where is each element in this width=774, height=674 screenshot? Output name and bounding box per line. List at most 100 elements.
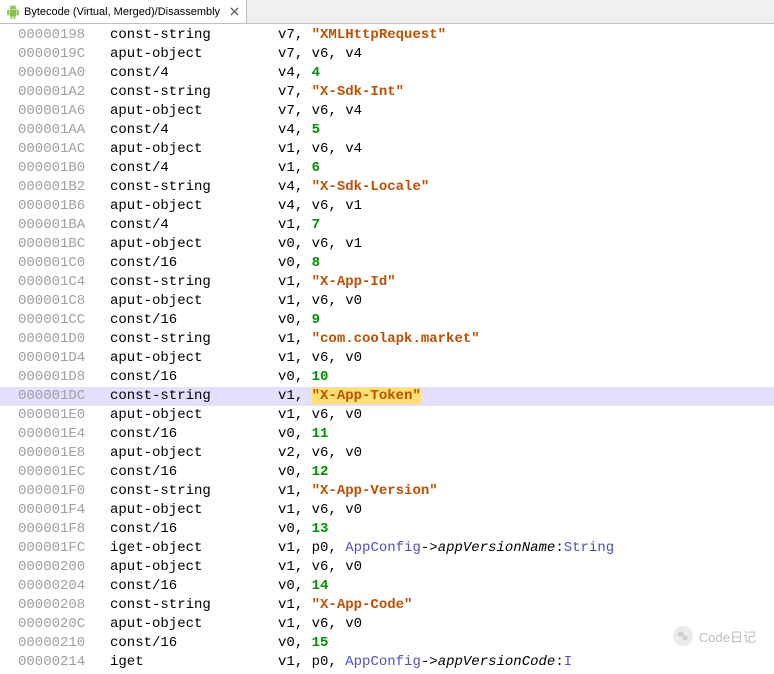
operands: v0, 12 (278, 463, 328, 482)
address: 0000020C (18, 615, 110, 634)
address: 000001E4 (18, 425, 110, 444)
code-line[interactable]: 000001E8aput-objectv2, v6, v0 (0, 444, 774, 463)
instruction: iget-object (110, 539, 278, 558)
operands: v1, v6, v0 (278, 292, 362, 311)
watermark: Code日记 (673, 626, 756, 646)
address: 000001E8 (18, 444, 110, 463)
disassembly-listing[interactable]: 00000198const-stringv7, "XMLHttpRequest"… (0, 24, 774, 674)
instruction: aput-object (110, 45, 278, 64)
code-line[interactable]: 000001D4aput-objectv1, v6, v0 (0, 349, 774, 368)
operands: v0, 11 (278, 425, 328, 444)
address: 000001C4 (18, 273, 110, 292)
disassembly-tab[interactable]: Bytecode (Virtual, Merged)/Disassembly (0, 0, 247, 23)
code-line[interactable]: 000001CCconst/16v0, 9 (0, 311, 774, 330)
instruction: const/4 (110, 64, 278, 83)
code-line[interactable]: 00000214igetv1, p0, AppConfig->appVersio… (0, 653, 774, 672)
code-line[interactable]: 000001A0const/4v4, 4 (0, 64, 774, 83)
close-icon[interactable] (228, 6, 240, 18)
instruction: const/16 (110, 254, 278, 273)
address: 000001DC (18, 387, 110, 406)
watermark-text: Code日记 (699, 627, 756, 646)
operands: v7, "X-Sdk-Int" (278, 83, 404, 102)
instruction: const/16 (110, 463, 278, 482)
code-line[interactable]: 000001BCaput-objectv0, v6, v1 (0, 235, 774, 254)
tab-title: Bytecode (Virtual, Merged)/Disassembly (24, 6, 220, 18)
instruction: const-string (110, 273, 278, 292)
address: 000001A2 (18, 83, 110, 102)
instruction: aput-object (110, 444, 278, 463)
address: 000001AC (18, 140, 110, 159)
code-line[interactable]: 000001DCconst-stringv1, "X-App-Token" (0, 387, 774, 406)
code-line[interactable]: 000001F8const/16v0, 13 (0, 520, 774, 539)
android-icon (6, 5, 20, 19)
operands: v1, "X-App-Version" (278, 482, 438, 501)
tab-bar: Bytecode (Virtual, Merged)/Disassembly (0, 0, 774, 24)
instruction: const-string (110, 178, 278, 197)
operands: v4, "X-Sdk-Locale" (278, 178, 429, 197)
operands: v2, v6, v0 (278, 444, 362, 463)
instruction: const/16 (110, 425, 278, 444)
code-line[interactable]: 00000198const-stringv7, "XMLHttpRequest" (0, 26, 774, 45)
instruction: const/16 (110, 311, 278, 330)
code-line[interactable]: 00000204const/16v0, 14 (0, 577, 774, 596)
code-line[interactable]: 000001A2const-stringv7, "X-Sdk-Int" (0, 83, 774, 102)
address: 000001EC (18, 463, 110, 482)
operands: v1, "X-App-Code" (278, 596, 412, 615)
code-line[interactable]: 000001D8const/16v0, 10 (0, 368, 774, 387)
code-line[interactable]: 000001E0aput-objectv1, v6, v0 (0, 406, 774, 425)
operands: v1, 6 (278, 159, 320, 178)
instruction: const-string (110, 596, 278, 615)
code-line[interactable]: 000001C8aput-objectv1, v6, v0 (0, 292, 774, 311)
instruction: iget (110, 653, 278, 672)
operands: v1, "X-App-Id" (278, 273, 396, 292)
operands: v7, v6, v4 (278, 45, 362, 64)
address: 000001A0 (18, 64, 110, 83)
instruction: const-string (110, 330, 278, 349)
code-line[interactable]: 000001ECconst/16v0, 12 (0, 463, 774, 482)
operands: v0, v6, v1 (278, 235, 362, 254)
operands: v1, v6, v4 (278, 140, 362, 159)
address: 000001BC (18, 235, 110, 254)
instruction: aput-object (110, 349, 278, 368)
instruction: const-string (110, 26, 278, 45)
operands: v1, v6, v0 (278, 615, 362, 634)
code-line[interactable]: 000001FCiget-objectv1, p0, AppConfig->ap… (0, 539, 774, 558)
code-line[interactable]: 00000200aput-objectv1, v6, v0 (0, 558, 774, 577)
code-line[interactable]: 000001B0const/4v1, 6 (0, 159, 774, 178)
code-line[interactable]: 000001E4const/16v0, 11 (0, 425, 774, 444)
instruction: aput-object (110, 235, 278, 254)
code-line[interactable]: 000001F4aput-objectv1, v6, v0 (0, 501, 774, 520)
code-line[interactable]: 000001BAconst/4v1, 7 (0, 216, 774, 235)
code-line[interactable]: 0000019Caput-objectv7, v6, v4 (0, 45, 774, 64)
operands: v1, v6, v0 (278, 406, 362, 425)
instruction: const/16 (110, 577, 278, 596)
address: 00000198 (18, 26, 110, 45)
address: 00000208 (18, 596, 110, 615)
code-line[interactable]: 0000020Caput-objectv1, v6, v0 (0, 615, 774, 634)
operands: v0, 15 (278, 634, 328, 653)
instruction: aput-object (110, 615, 278, 634)
instruction: const-string (110, 482, 278, 501)
wechat-icon (673, 626, 693, 646)
operands: v1, p0, AppConfig->appVersionName:String (278, 539, 614, 558)
code-line[interactable]: 000001ACaput-objectv1, v6, v4 (0, 140, 774, 159)
operands: v0, 10 (278, 368, 328, 387)
code-line[interactable]: 000001A6aput-objectv7, v6, v4 (0, 102, 774, 121)
address: 000001C0 (18, 254, 110, 273)
code-line[interactable]: 000001C4const-stringv1, "X-App-Id" (0, 273, 774, 292)
code-line[interactable]: 000001F0const-stringv1, "X-App-Version" (0, 482, 774, 501)
address: 000001E0 (18, 406, 110, 425)
operands: v4, 4 (278, 64, 320, 83)
code-line[interactable]: 00000208const-stringv1, "X-App-Code" (0, 596, 774, 615)
code-line[interactable]: 000001B2const-stringv4, "X-Sdk-Locale" (0, 178, 774, 197)
instruction: aput-object (110, 292, 278, 311)
address: 00000204 (18, 577, 110, 596)
code-line[interactable]: 00000210const/16v0, 15 (0, 634, 774, 653)
address: 000001AA (18, 121, 110, 140)
code-line[interactable]: 000001D0const-stringv1, "com.coolapk.mar… (0, 330, 774, 349)
code-line[interactable]: 000001C0const/16v0, 8 (0, 254, 774, 273)
code-line[interactable]: 000001AAconst/4v4, 5 (0, 121, 774, 140)
operands: v4, v6, v1 (278, 197, 362, 216)
code-line[interactable]: 000001B6aput-objectv4, v6, v1 (0, 197, 774, 216)
operands: v7, v6, v4 (278, 102, 362, 121)
